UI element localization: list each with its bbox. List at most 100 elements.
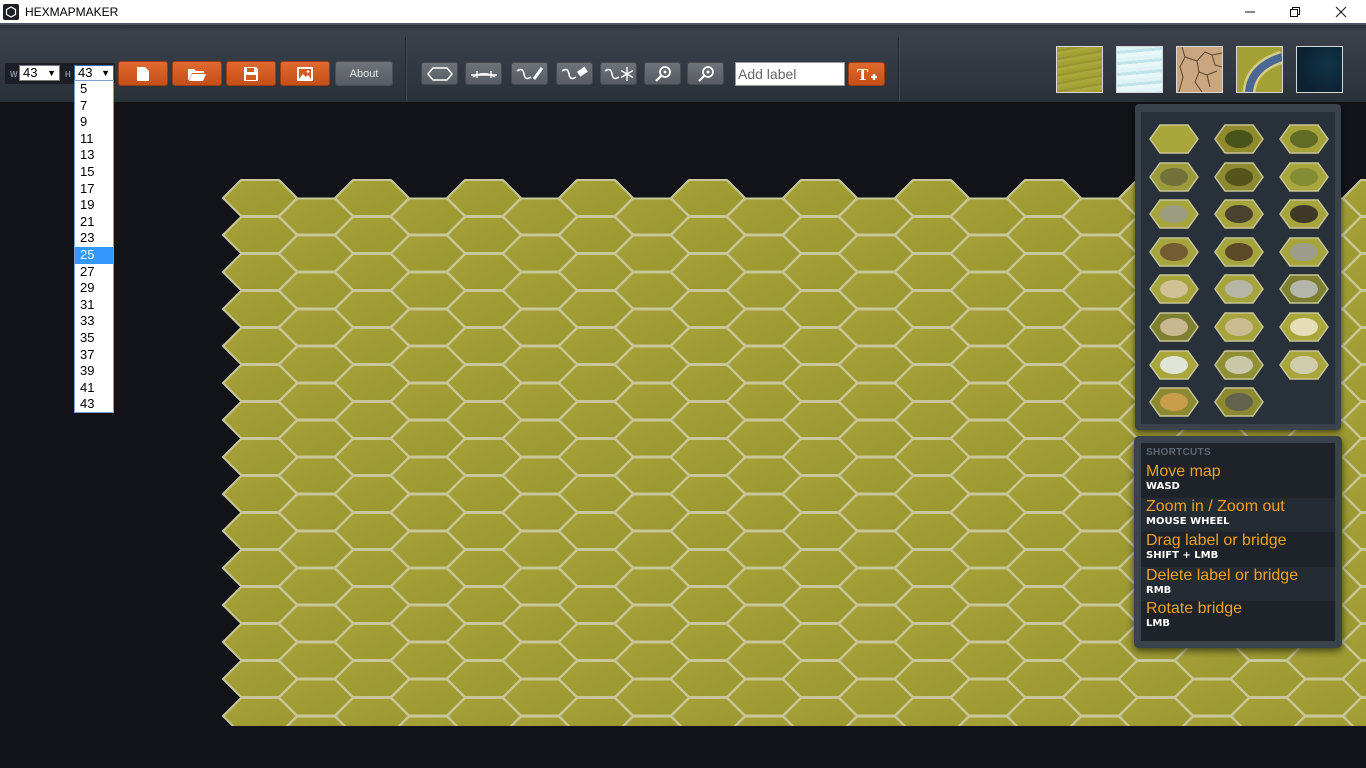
shortcut-keys: SHIFT + LMB	[1146, 550, 1219, 561]
zoom-out-tool-button[interactable]	[687, 62, 724, 85]
height-value: 43	[78, 65, 93, 80]
width-select[interactable]: 43 ▼	[19, 65, 60, 81]
image-icon	[297, 66, 313, 81]
tile-castle-town[interactable]	[1149, 274, 1199, 305]
shortcut-action: Zoom in / Zoom out	[1146, 498, 1285, 515]
erase-river-tool-button[interactable]	[556, 62, 593, 85]
texture-deep-water[interactable]	[1296, 46, 1343, 93]
dropdown-option[interactable]: 5	[75, 81, 113, 98]
dropdown-option[interactable]: 19	[75, 197, 113, 214]
label-input[interactable]	[735, 62, 845, 86]
dropdown-option[interactable]: 7	[75, 98, 113, 115]
zoom-out-icon	[697, 65, 714, 82]
shortcuts-panel: SHORTCUTS Move map WASD Zoom in / Zoom o…	[1134, 436, 1342, 648]
dropdown-option[interactable]: 31	[75, 297, 113, 314]
tile-town[interactable]	[1214, 387, 1264, 417]
dropdown-option[interactable]: 27	[75, 264, 113, 281]
dropdown-option[interactable]: 37	[75, 347, 113, 364]
svg-text:T: T	[857, 65, 869, 83]
tile-stone-circle[interactable]	[1279, 349, 1329, 380]
tile-forest-hill[interactable]	[1214, 161, 1264, 192]
tile-forest-stone-circle[interactable]	[1214, 349, 1264, 380]
shortcut-item: Drag label or bridge SHIFT + LMB	[1141, 532, 1335, 566]
height-dropdown-list[interactable]: 5 7 9 11 13 15 17 19 21 23 25 27 29 31 33 35 37 39 41 43	[74, 80, 114, 413]
river-eraser-icon	[561, 66, 588, 79]
texture-grass[interactable]	[1056, 46, 1103, 93]
minimize-button[interactable]	[1227, 0, 1273, 23]
tile-plain-grass[interactable]	[1149, 124, 1199, 154]
tiles-palette	[1135, 104, 1341, 430]
river-snowflake-icon	[604, 66, 633, 81]
river-pen-icon	[516, 66, 543, 80]
dropdown-option[interactable]: 11	[75, 131, 113, 148]
dropdown-option[interactable]: 13	[75, 147, 113, 164]
add-text-icon: T	[857, 65, 877, 83]
dropdown-option[interactable]: 23	[75, 230, 113, 247]
tile-skull-mountain[interactable]	[1214, 199, 1264, 229]
close-icon	[1335, 6, 1347, 17]
floppy-disk-icon	[244, 66, 258, 81]
open-map-button[interactable]	[172, 61, 222, 86]
hex-tool-button[interactable]	[421, 62, 458, 85]
dropdown-option[interactable]: 21	[75, 214, 113, 231]
dropdown-option[interactable]: 39	[75, 363, 113, 380]
restore-icon	[1290, 6, 1300, 17]
new-file-icon	[137, 66, 149, 81]
dropdown-option[interactable]: 17	[75, 181, 113, 198]
dropdown-option[interactable]: 41	[75, 380, 113, 397]
width-label: W	[10, 70, 18, 79]
shortcuts-heading: SHORTCUTS	[1146, 447, 1211, 458]
tile-mountain[interactable]	[1149, 199, 1199, 229]
dropdown-option[interactable]: 43	[75, 396, 113, 413]
tiles-grid	[1141, 112, 1335, 424]
dropdown-option[interactable]: 33	[75, 313, 113, 330]
about-button[interactable]: About	[335, 61, 393, 86]
draw-river-tool-button[interactable]	[511, 62, 548, 85]
tile-dark-cave[interactable]	[1214, 237, 1264, 267]
height-select[interactable]: 43 ▼	[74, 65, 114, 81]
dropdown-option[interactable]: 9	[75, 114, 113, 131]
zoom-in-tool-button[interactable]	[644, 62, 681, 85]
toolbar: W 43 ▼ H 43 ▼ About T	[0, 23, 1366, 102]
texture-snow[interactable]	[1116, 46, 1163, 93]
tile-forest[interactable]	[1279, 124, 1329, 154]
tile-tower[interactable]	[1279, 312, 1329, 342]
toolbar-divider	[405, 37, 407, 101]
tile-forest-castle[interactable]	[1279, 274, 1329, 305]
texture-river[interactable]	[1236, 46, 1285, 93]
frozen-river-tool-button[interactable]	[600, 62, 637, 85]
tile-village-roads[interactable]	[1149, 387, 1199, 417]
tile-magic-beacon[interactable]	[1149, 349, 1199, 380]
tile-stone-castle[interactable]	[1214, 274, 1264, 305]
shortcut-action: Move map	[1146, 463, 1221, 480]
minimize-icon	[1245, 11, 1255, 12]
tile-hill[interactable]	[1279, 161, 1329, 192]
window-title: HEXMAPMAKER	[25, 4, 119, 19]
dropdown-option[interactable]: 35	[75, 330, 113, 347]
hexagon-icon	[426, 66, 453, 81]
tile-mountain-fortress[interactable]	[1279, 237, 1329, 267]
title-bar: HEXMAPMAKER	[0, 0, 1366, 23]
export-image-button[interactable]	[280, 61, 330, 86]
save-map-button[interactable]	[226, 61, 276, 86]
dropdown-option[interactable]: 15	[75, 164, 113, 181]
folder-icon	[188, 68, 206, 81]
texture-desert[interactable]	[1176, 46, 1223, 93]
tile-dense-forest[interactable]	[1214, 124, 1264, 154]
height-label: H	[65, 70, 71, 79]
bridge-tool-button[interactable]	[465, 62, 502, 85]
tile-forest-castle-town[interactable]	[1149, 312, 1199, 342]
tile-grassland-ruins[interactable]	[1149, 161, 1199, 192]
dropdown-option[interactable]: 29	[75, 280, 113, 297]
add-label-button[interactable]: T	[848, 62, 885, 86]
new-map-button[interactable]	[118, 61, 168, 86]
tile-cave[interactable]	[1149, 237, 1199, 267]
tile-volcano[interactable]	[1279, 199, 1329, 229]
shortcut-keys: MOUSE WHEEL	[1146, 516, 1230, 527]
close-button[interactable]	[1318, 0, 1364, 23]
dropdown-option[interactable]: 25	[75, 246, 113, 264]
tile-mountain-castle[interactable]	[1214, 312, 1264, 342]
chevron-down-icon: ▼	[101, 68, 110, 78]
restore-button[interactable]	[1272, 0, 1318, 23]
shortcut-item: Rotate bridge LMB	[1141, 600, 1335, 636]
